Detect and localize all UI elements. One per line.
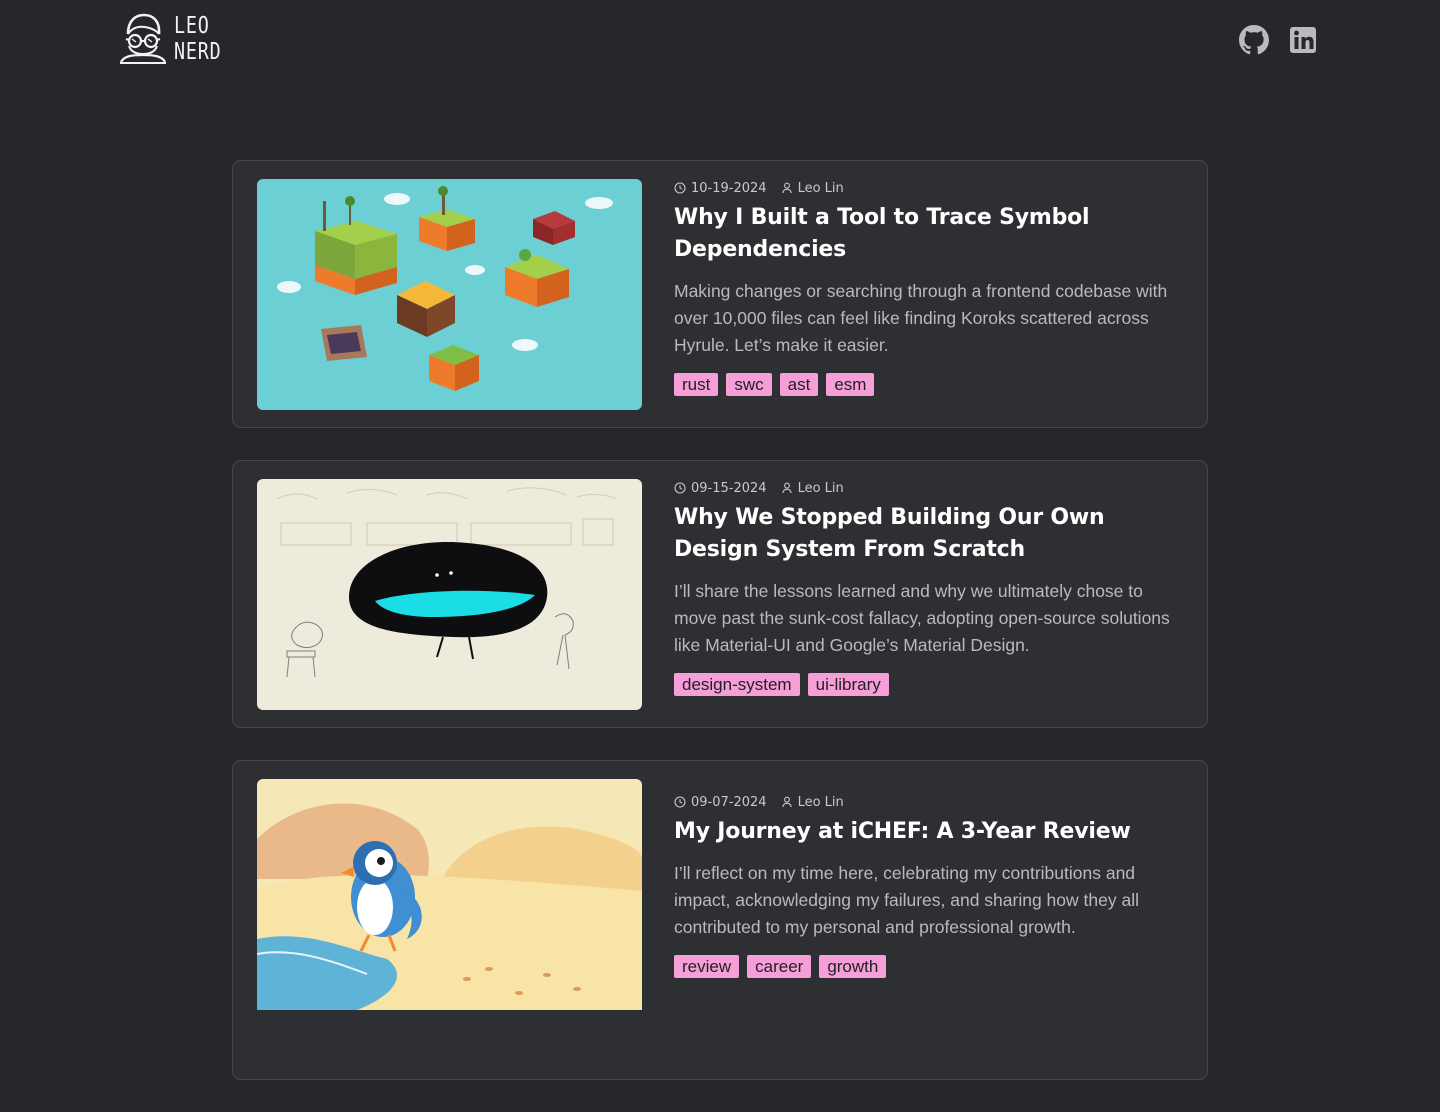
post-cover-image[interactable] (257, 479, 642, 710)
tag-ui-library[interactable]: ui-library (807, 673, 889, 696)
post-date: 10-19-2024 (674, 181, 767, 196)
clock-icon (674, 182, 686, 194)
black-bird-illustration (257, 479, 642, 710)
linkedin-link[interactable] (1288, 25, 1318, 55)
post-card[interactable]: 09-15-2024 Leo Lin Why We Stopped Buildi… (232, 460, 1208, 728)
post-description: I’ll share the lessons learned and why w… (674, 581, 1170, 655)
post-content: 10-19-2024 Leo Lin Why I Built a Tool to… (674, 179, 1179, 396)
post-content: 09-15-2024 Leo Lin Why We Stopped Buildi… (674, 479, 1179, 696)
tag-design-system[interactable]: design-system (674, 673, 800, 696)
post-title-link[interactable]: Why I Built a Tool to Trace Symbol Depen… (674, 202, 1179, 266)
post-tags: design-system ui-library (674, 673, 1179, 696)
tag-swc[interactable]: swc (726, 373, 772, 396)
tag-growth[interactable]: growth (819, 955, 887, 978)
tag-esm[interactable]: esm (826, 373, 875, 396)
post-tags: rust swc ast esm (674, 373, 1179, 396)
logo-line-1: LEO (174, 13, 210, 39)
post-date-text: 10-19-2024 (691, 180, 767, 196)
post-meta: 10-19-2024 Leo Lin (674, 179, 1179, 197)
tag-rust[interactable]: rust (674, 373, 719, 396)
linkedin-icon (1290, 27, 1316, 53)
site-header: LEO NERD (0, 0, 1440, 80)
post-author-text: Leo Lin (797, 180, 844, 196)
post-cover-image[interactable] (257, 179, 642, 410)
post-author-text: Leo Lin (797, 794, 844, 810)
post-title-link[interactable]: Why We Stopped Building Our Own Design S… (674, 502, 1179, 566)
post-card[interactable]: 10-19-2024 Leo Lin Why I Built a Tool to… (232, 160, 1208, 428)
post-date-text: 09-07-2024 (691, 794, 767, 810)
clock-icon (674, 482, 686, 494)
user-icon (781, 182, 792, 194)
tag-ast[interactable]: ast (779, 373, 819, 396)
post-author: Leo Lin (781, 481, 844, 496)
post-date: 09-07-2024 (674, 795, 767, 810)
floating-islands-illustration (257, 179, 642, 410)
nerd-face-icon (120, 13, 166, 64)
user-icon (781, 482, 792, 494)
post-cover-image[interactable] (257, 779, 642, 1039)
tag-career[interactable]: career (747, 955, 812, 978)
post-title-link[interactable]: My Journey at iCHEF: A 3-Year Review (674, 816, 1179, 848)
post-author: Leo Lin (781, 795, 844, 810)
post-description: I’ll reflect on my time here, celebratin… (674, 863, 1139, 937)
puffin-illustration (257, 779, 642, 1010)
site-logo[interactable]: LEO NERD (118, 12, 233, 66)
user-icon (781, 796, 792, 808)
post-list: 10-19-2024 Leo Lin Why I Built a Tool to… (232, 160, 1208, 1112)
tag-review[interactable]: review (674, 955, 740, 978)
post-author-text: Leo Lin (797, 480, 844, 496)
logo-text: LEO NERD (174, 13, 222, 65)
post-date: 09-15-2024 (674, 481, 767, 496)
post-description: Making changes or searching through a fr… (674, 281, 1168, 355)
post-card[interactable]: 09-07-2024 Leo Lin My Journey at iCHEF: … (232, 760, 1208, 1080)
github-link[interactable] (1239, 25, 1269, 55)
github-icon (1239, 25, 1269, 55)
post-tags: review career growth (674, 955, 1179, 978)
logo-line-2: NERD (174, 39, 222, 65)
post-meta: 09-07-2024 Leo Lin (674, 793, 1179, 811)
post-author: Leo Lin (781, 181, 844, 196)
post-date-text: 09-15-2024 (691, 480, 767, 496)
post-content: 09-07-2024 Leo Lin My Journey at iCHEF: … (674, 793, 1179, 978)
clock-icon (674, 796, 686, 808)
post-meta: 09-15-2024 Leo Lin (674, 479, 1179, 497)
